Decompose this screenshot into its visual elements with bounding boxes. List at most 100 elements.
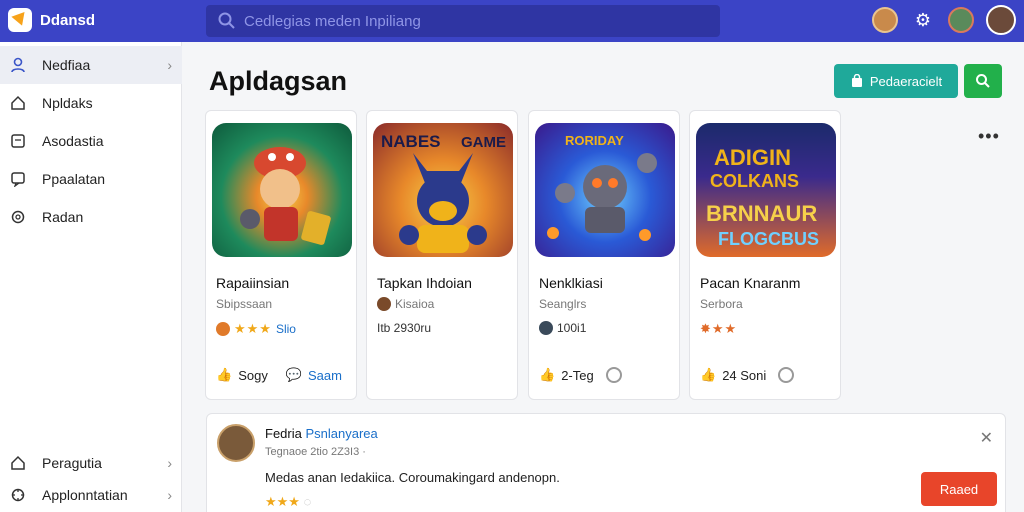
- user-icon: [10, 57, 26, 73]
- chevron-right-icon: ›: [167, 487, 172, 503]
- like-label: Sogy: [238, 367, 268, 383]
- search-bar[interactable]: [206, 5, 720, 37]
- app-meta: Itb 2930ru: [377, 321, 432, 335]
- svg-text:FLOGCBUS: FLOGCBUS: [718, 229, 819, 249]
- app-title: Pacan Knaranm: [700, 275, 801, 291]
- app-subtitle: Kisaioa: [377, 297, 434, 311]
- thumb-text: ADIGIN: [714, 145, 791, 170]
- star-rating-icon: ★★★: [234, 321, 272, 336]
- read-button[interactable]: Raaed: [921, 472, 997, 506]
- app-thumbnail: ADIGIN COLKANS BRNNAUR FLOGCBUS: [696, 123, 836, 257]
- commenter-name: Fedria Psnlanyarea: [265, 426, 378, 441]
- sidebar-item-3[interactable]: Ppaalatan: [0, 160, 182, 198]
- sidebar-item-label: Nedfiaa: [42, 57, 91, 73]
- app-subtitle: Seanglrs: [539, 297, 587, 311]
- app-meta-text: 100i1: [557, 321, 587, 335]
- app-rating: ✸★★: [700, 321, 737, 337]
- gear-icon: [10, 209, 26, 225]
- sidebar-bottom-item-1[interactable]: Applonntatian ›: [0, 476, 182, 512]
- settings-icon[interactable]: ⚙: [910, 7, 936, 33]
- thumb-text: NABES: [381, 132, 441, 151]
- commenter-name-text: Fedria: [265, 426, 302, 441]
- more-options-icon[interactable]: •••: [978, 126, 1000, 147]
- app-card[interactable]: RORIDAY Nenklkiasi Seanglrs 100i1 👍 2-Te…: [528, 110, 680, 400]
- app-logo[interactable]: Ddansd: [8, 8, 95, 32]
- card-footer: 👍 Sogy 💬 Saam: [216, 367, 342, 383]
- avatar-icon[interactable]: [948, 7, 974, 33]
- home-icon: [10, 455, 26, 471]
- svg-text:GAME: GAME: [461, 134, 506, 151]
- status-ring-icon: [605, 367, 622, 383]
- sidebar-item-0[interactable]: Nedfiaa ›: [0, 46, 182, 84]
- sidebar-item-label: Applonntatian: [42, 487, 128, 503]
- sidebar-item-label: Asodastia: [42, 133, 104, 149]
- app-title: Tapkan Ihdoian: [377, 275, 472, 291]
- sidebar-item-label: Ppaalatan: [42, 171, 106, 187]
- sidebar-item-label: Npldaks: [42, 95, 93, 111]
- like-label: 24 Soni: [722, 367, 767, 383]
- app-subtitle: Sbipssaan: [216, 297, 273, 311]
- commenter-avatar[interactable]: [217, 424, 255, 462]
- app-card[interactable]: ADIGIN COLKANS BRNNAUR FLOGCBUS Pacan Kn…: [689, 110, 841, 400]
- home-icon: [10, 95, 26, 111]
- star-rating-icon: ✸★★: [700, 321, 738, 336]
- document-icon: [10, 133, 26, 149]
- card-footer: 👍 2-Teg: [539, 367, 622, 383]
- sidebar-item-4[interactable]: Radan: [0, 198, 182, 236]
- rating-label: Slio: [275, 322, 296, 336]
- svg-text:BRNNAUR: BRNNAUR: [706, 201, 817, 226]
- page-title: Apldagsan: [209, 66, 348, 96]
- chevron-right-icon: ›: [167, 57, 172, 73]
- star-rating-icon: ★★★ ◌: [265, 494, 312, 509]
- app-meta: 100i1: [539, 321, 586, 335]
- close-icon[interactable]: ✕: [980, 428, 993, 448]
- app-thumbnail: RORIDAY: [535, 123, 675, 257]
- comment-card: Fedria Psnlanyarea Tegnaoe 2tio 2Z3I3 · …: [206, 413, 1006, 512]
- sidebar-item-2[interactable]: Asodastia: [0, 122, 182, 160]
- app-thumbnail: [212, 123, 352, 257]
- search-input[interactable]: [244, 12, 684, 30]
- like-icon[interactable]: 👍: [700, 367, 716, 383]
- top-bar: Ddansd ⚙: [0, 0, 1024, 42]
- svg-text:COLKANS: COLKANS: [710, 171, 799, 191]
- comment-meta: Tegnaoe 2tio 2Z3I3 ·: [265, 446, 366, 458]
- avatar-icon[interactable]: [872, 7, 898, 33]
- user-avatar[interactable]: [986, 5, 1016, 35]
- like-icon[interactable]: 👍: [216, 367, 232, 383]
- sidebar-item-label: Radan: [42, 209, 84, 225]
- avatar-icon: [377, 297, 391, 311]
- search-icon: [976, 74, 990, 88]
- app-card[interactable]: Rapaiinsian Sbipssaan ★★★ Slio 👍 Sogy 💬 …: [205, 110, 357, 400]
- app-subtitle: Serbora: [700, 297, 743, 311]
- chevron-right-icon: ›: [167, 455, 172, 471]
- comment-body: Medas anan Iedakiica. Coroumakingard and…: [265, 470, 560, 485]
- sidebar-item-label: Peragutia: [42, 455, 102, 471]
- primary-action-button[interactable]: Pedaeracielt: [834, 64, 958, 98]
- app-title: Rapaiinsian: [216, 275, 290, 291]
- commenter-tag[interactable]: Psnlanyarea: [305, 426, 377, 441]
- like-icon[interactable]: 👍: [539, 367, 555, 383]
- sidebar: Nedfiaa › Npldaks Asodastia Ppaalatan Ra…: [0, 42, 182, 512]
- badge-icon: [216, 322, 230, 336]
- bag-icon: [851, 74, 862, 87]
- app-card[interactable]: NABES GAME Tapkan Ihdoian Kisaioa Itb 29…: [366, 110, 518, 400]
- comment-link[interactable]: Saam: [308, 368, 342, 383]
- app-name: Ddansd: [40, 11, 96, 29]
- card-footer: 👍 24 Soni: [700, 367, 795, 383]
- like-label: 2-Teg: [561, 367, 594, 383]
- sidebar-item-1[interactable]: Npldaks: [0, 84, 182, 122]
- search-button[interactable]: [964, 64, 1002, 98]
- logo-icon: [8, 8, 32, 32]
- app-title: Nenklkiasi: [539, 275, 603, 291]
- search-icon: [218, 12, 235, 29]
- primary-action-label: Pedaeracielt: [869, 73, 943, 89]
- app-subtitle-text: Kisaioa: [395, 297, 435, 311]
- chat-icon: [10, 171, 26, 187]
- app-rating: ★★★ Slio: [216, 321, 296, 337]
- status-ring-icon: [778, 367, 795, 383]
- app-thumbnail: NABES GAME: [373, 123, 513, 257]
- avatar-icon: [539, 321, 553, 335]
- settings-icon: [10, 487, 26, 503]
- thumb-text: RORIDAY: [565, 133, 624, 148]
- comment-icon[interactable]: 💬: [286, 367, 302, 383]
